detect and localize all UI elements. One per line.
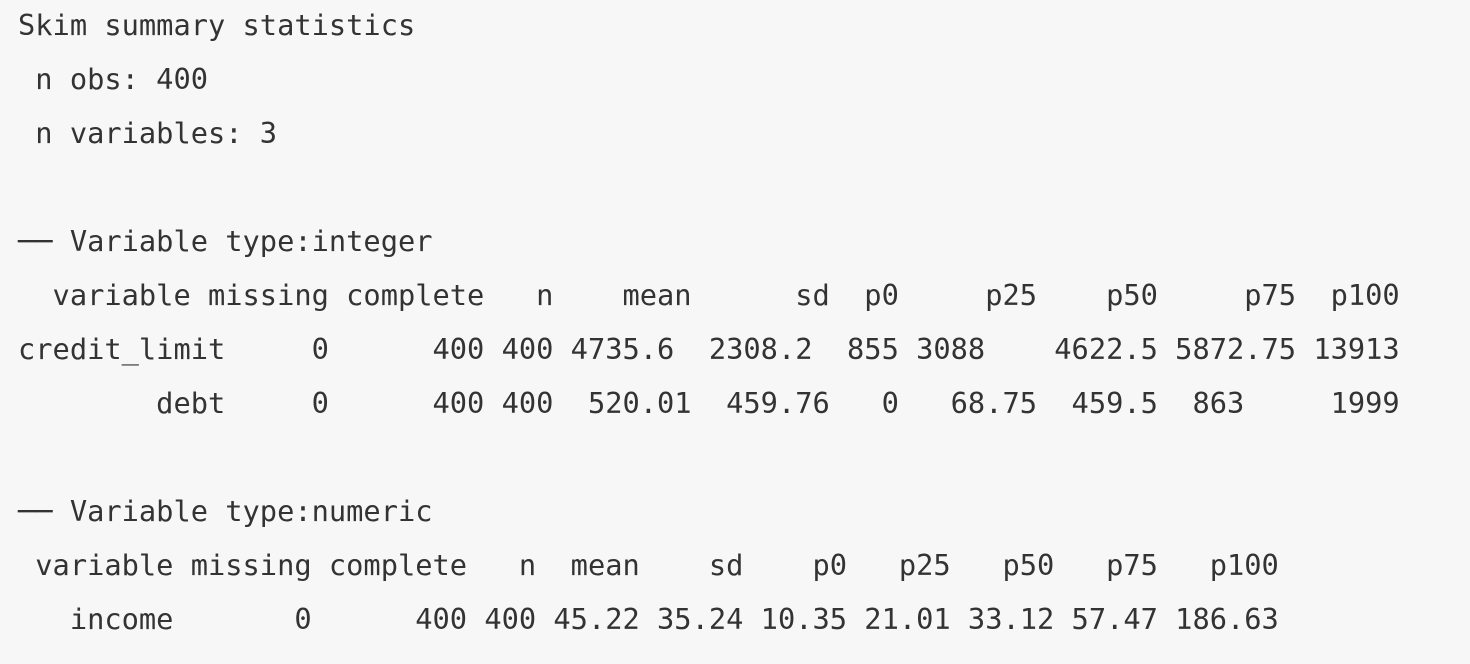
- table-row: income 0 400 400 45.22 35.24 10.35 21.01…: [18, 602, 1279, 636]
- integer-column-headers: variable missing complete n mean sd p0 p…: [18, 278, 1400, 312]
- n-obs-line: n obs: 400: [18, 62, 208, 96]
- table-row: credit_limit 0 400 400 4735.6 2308.2 855…: [18, 332, 1400, 366]
- summary-title: Skim summary statistics: [18, 8, 416, 42]
- numeric-column-headers: variable missing complete n mean sd p0 p…: [18, 548, 1279, 582]
- console-output: Skim summary statistics n obs: 400 n var…: [0, 0, 1470, 664]
- integer-section-header: ── Variable type:integer: [18, 224, 433, 258]
- n-variables-line: n variables: 3: [18, 116, 278, 150]
- numeric-section-header: ── Variable type:numeric: [18, 494, 433, 528]
- table-row: debt 0 400 400 520.01 459.76 0 68.75 459…: [18, 386, 1400, 420]
